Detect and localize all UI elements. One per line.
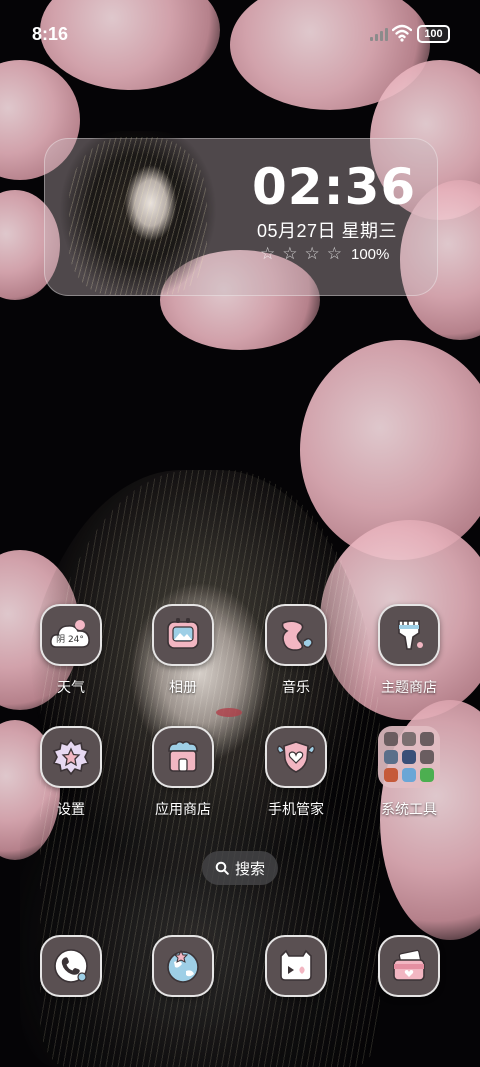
app-store-icon <box>152 726 214 788</box>
dock-browser[interactable] <box>133 935 233 997</box>
search-button[interactable]: 搜索 <box>202 851 278 885</box>
app-music[interactable]: 音乐 <box>246 604 346 697</box>
messages-icon <box>265 935 327 997</box>
app-label: 应用商店 <box>155 802 211 818</box>
widget-rating: ☆ ☆ ☆ ☆ 100% <box>260 244 389 264</box>
signal-icon <box>370 27 388 41</box>
app-theme-store[interactable]: 主题商店 <box>359 604 459 697</box>
gallery-icon <box>152 604 214 666</box>
app-label: 系统工具 <box>381 802 437 818</box>
widget-portrait-image <box>59 131 217 295</box>
browser-icon <box>152 935 214 997</box>
app-settings[interactable]: 设置 <box>21 726 121 819</box>
weather-icon: 阴 24° <box>40 604 102 666</box>
system-tools-folder-icon <box>378 726 440 788</box>
dock-wallet[interactable] <box>359 935 459 997</box>
widget-date: 05月27日 星期三 <box>257 221 398 241</box>
widget-time: 02:36 <box>252 158 417 216</box>
music-icon <box>265 604 327 666</box>
wallet-icon <box>378 935 440 997</box>
search-icon <box>215 861 229 875</box>
search-label: 搜索 <box>234 860 265 878</box>
dock-messages[interactable] <box>246 935 346 997</box>
widget-battery: 100% <box>351 245 390 263</box>
app-gallery[interactable]: 相册 <box>133 604 233 697</box>
wifi-icon <box>392 24 412 42</box>
star-icon: ☆ <box>282 244 298 263</box>
app-label: 天气 <box>57 680 85 696</box>
security-icon <box>265 726 327 788</box>
app-label: 相册 <box>169 680 197 696</box>
star-icon: ☆ <box>260 244 276 263</box>
app-label: 设置 <box>57 802 85 818</box>
app-app-store[interactable]: 应用商店 <box>133 726 233 819</box>
folder-system-tools[interactable]: 系统工具 <box>359 726 459 819</box>
app-label: 主题商店 <box>381 680 437 696</box>
weather-icon-text: 阴 24° <box>56 634 84 645</box>
phone-icon <box>40 935 102 997</box>
status-bar: 8:16 100 <box>0 0 480 68</box>
battery-icon: 100 <box>417 25 450 43</box>
status-time: 8:16 <box>32 24 69 44</box>
settings-icon <box>40 726 102 788</box>
app-label: 音乐 <box>282 680 310 696</box>
star-icon: ☆ <box>326 244 342 263</box>
dock-phone[interactable] <box>21 935 121 997</box>
app-weather[interactable]: 阴 24° 天气 <box>21 604 121 697</box>
app-label: 手机管家 <box>268 802 324 818</box>
theme-store-icon <box>378 604 440 666</box>
app-phone-manager[interactable]: 手机管家 <box>246 726 346 819</box>
star-icon: ☆ <box>304 244 320 263</box>
